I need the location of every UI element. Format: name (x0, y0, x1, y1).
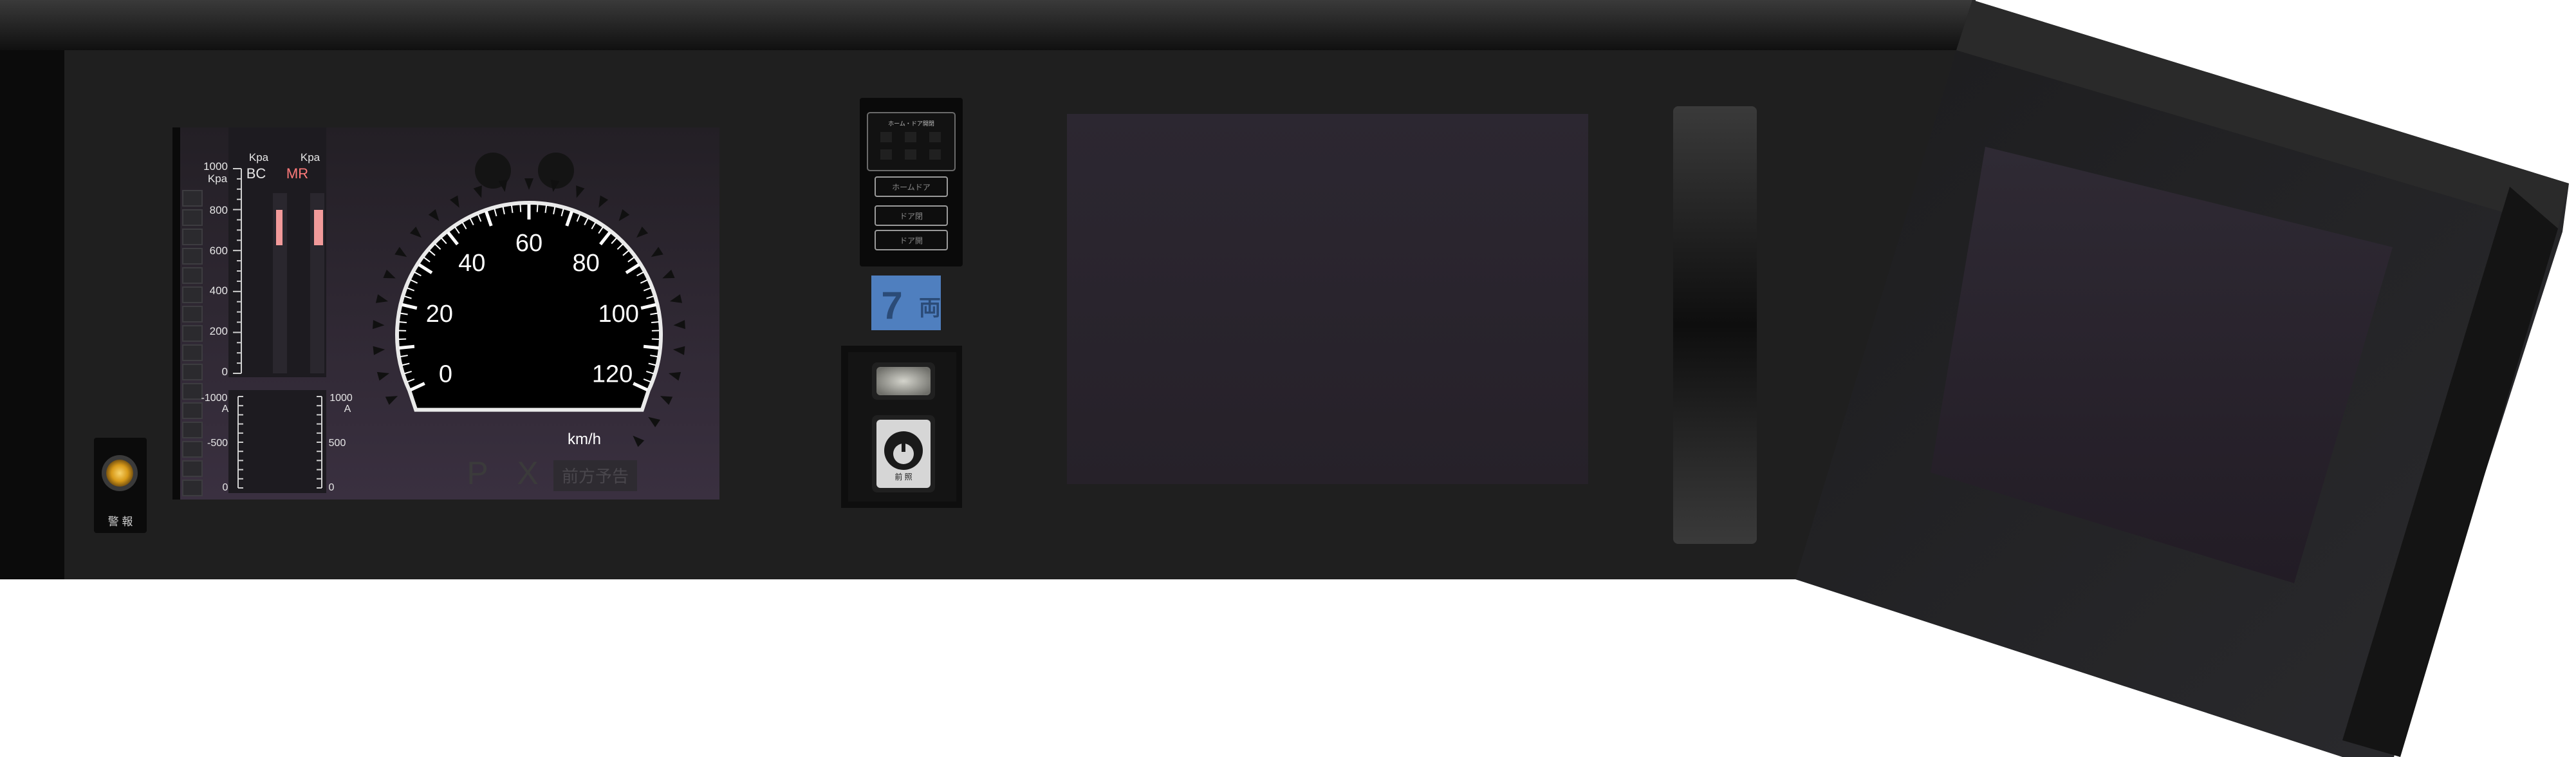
ammeter-left-unit: A (222, 404, 229, 415)
ammeter-right-mid: 500 (329, 438, 346, 449)
pressure-tick-label: 400 (210, 285, 228, 297)
parking-indicator: P (467, 455, 488, 491)
ammeter-left-max: -1000 (201, 393, 228, 404)
speed-unit: km/h (568, 431, 601, 448)
car-count-suffix: 両 (919, 296, 941, 321)
bc-pressure-bar (276, 210, 283, 245)
notch-segment (182, 402, 203, 419)
pressure-tick-label: 200 (210, 325, 228, 337)
speed-tick (519, 204, 522, 212)
bc-label: BC (246, 165, 266, 182)
mr-pressure-bar (314, 210, 323, 245)
speed-label: 80 (573, 250, 600, 277)
side-handle[interactable] (1673, 106, 1757, 544)
ammeter-left-mid: -500 (207, 438, 228, 449)
notch-segment (182, 190, 203, 207)
bc-unit-label: Kpa (249, 151, 269, 164)
ammeter-right-max: 1000 (329, 393, 353, 404)
pressure-max-unit: Kpa (208, 173, 228, 185)
speed-label: 40 (458, 250, 485, 277)
door-close-label: ドア閉 (900, 212, 923, 221)
speed-label: 100 (598, 301, 638, 328)
notch-segment (182, 248, 203, 265)
notch-segment (182, 306, 203, 322)
notch-segment (182, 286, 203, 303)
console-svg: 警 報 1000 Kpa Kpa BC Kpa MR 800 600 400 2… (0, 0, 2569, 757)
door-open-label: ドア開 (900, 236, 923, 245)
headlight-lamp (876, 367, 931, 395)
pressure-tick-label: 800 (210, 204, 228, 216)
notch-segment (182, 229, 203, 245)
console-top-rail (0, 0, 1976, 50)
console-left-edge (0, 50, 64, 579)
notch-segment (182, 267, 203, 284)
door-control-panel: ホーム・ドア開閉 ホームドア ドア閉 ドア開 (860, 98, 963, 266)
speed-tick (643, 344, 660, 350)
main-display-screen (1067, 114, 1588, 484)
pattern-indicator-label: 前方予告 (562, 467, 629, 486)
pressure-max-label: 1000 (203, 160, 228, 173)
notch-segment (182, 422, 203, 438)
notch-segment (182, 480, 203, 496)
speed-tick (536, 204, 539, 212)
car-count-indicator: 7 両 (871, 276, 941, 330)
headlight-switch-panel: 前 照 (841, 346, 962, 508)
stop-indicator: X (517, 455, 538, 491)
notch-segment (182, 383, 203, 400)
notch-segment (182, 460, 203, 477)
notch-segment (182, 441, 203, 458)
buzzer-button[interactable] (106, 460, 133, 487)
instrument-cluster: 1000 Kpa Kpa BC Kpa MR 800 600 400 200 0… (172, 127, 719, 500)
mr-label: MR (286, 165, 308, 182)
ammeter-right-zero: 0 (329, 482, 335, 493)
speed-label: 120 (592, 360, 633, 388)
speed-label: 0 (439, 360, 452, 388)
notch-segment (182, 209, 203, 226)
pressure-tick-label: 0 (222, 366, 228, 378)
home-door-label: ホームドア (892, 183, 931, 192)
pressure-tick-label: 600 (210, 245, 228, 257)
car-count-value: 7 (881, 284, 902, 327)
cab-console: 警 報 1000 Kpa Kpa BC Kpa MR 800 600 400 2… (0, 0, 2576, 757)
speed-tick (398, 344, 415, 350)
door-panel-title: ホーム・ドア開閉 (888, 120, 934, 127)
notch-segment (182, 325, 203, 342)
speed-label: 20 (426, 301, 453, 328)
ammeter-left-zero: 0 (223, 482, 228, 493)
buzzer-label: 警 報 (108, 516, 133, 528)
speed-label: 60 (515, 230, 542, 257)
mr-unit-label: Kpa (301, 151, 320, 164)
notch-segment (182, 344, 203, 361)
buzzer-unit: 警 報 (94, 438, 147, 533)
notch-segment (182, 364, 203, 380)
headlight-label: 前 照 (894, 472, 912, 481)
ammeter-right-unit: A (344, 404, 351, 415)
